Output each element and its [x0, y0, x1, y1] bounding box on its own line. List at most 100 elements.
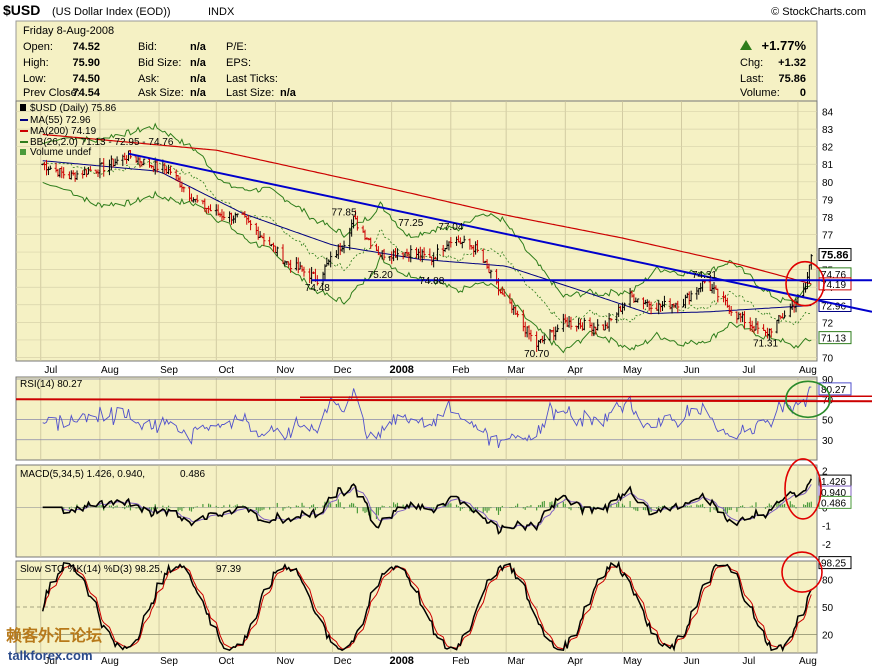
price-annotation: 74.31	[692, 270, 717, 281]
price-axis-label: 78	[822, 213, 834, 224]
month-label-top: Dec	[334, 365, 352, 376]
symbol-title: $USD	[3, 2, 40, 18]
price-annotation: 75.20	[368, 270, 393, 281]
value-tag: 71.13	[821, 334, 846, 345]
pe-label: P/E:	[226, 41, 247, 53]
month-label-bottom: Feb	[452, 656, 470, 667]
rsi-panel	[15, 376, 818, 461]
low-value: 74.50	[72, 73, 100, 85]
month-label-top: Jul	[44, 365, 57, 376]
sto-d-title: 97.39	[216, 564, 241, 575]
symbol-name: (US Dollar Index (EOD))	[52, 6, 171, 18]
brand-label: © StockCharts.com	[771, 6, 866, 18]
volume-value: 0	[800, 87, 806, 99]
last-size-value: n/a	[280, 87, 297, 99]
price-annotation: 74.88	[419, 276, 444, 287]
month-label-bottom: Sep	[160, 656, 178, 667]
month-label-bottom: Oct	[218, 656, 234, 667]
month-label-bottom: Apr	[567, 656, 583, 667]
price-axis-label: 79	[822, 195, 834, 206]
last-label: Last:	[740, 73, 764, 85]
month-label-top: Oct	[218, 365, 234, 376]
price-axis-label: 82	[822, 143, 834, 154]
value-tag: 75.86	[821, 250, 849, 262]
month-label-top: 2008	[389, 364, 413, 376]
price-annotation: 70.70	[524, 349, 549, 360]
price-axis-label: 70	[822, 353, 834, 364]
price-annotation: 77.25	[398, 218, 423, 229]
volume-legend-swatch	[20, 149, 26, 155]
price-axis-label: 80	[822, 178, 834, 189]
watermark-cn: 赖客外汇论坛	[6, 626, 102, 645]
month-label-top: May	[623, 365, 642, 376]
sto-axis-label: 20	[822, 631, 834, 642]
prev-close-value: 74.54	[72, 87, 100, 99]
bid-size-value: n/a	[190, 57, 207, 69]
price-annotation: 77.04	[438, 222, 463, 233]
legend-ma55: MA(55) 72.96	[30, 115, 91, 126]
last-ticks-label: Last Ticks:	[226, 73, 278, 85]
change-percent: +1.77%	[762, 38, 807, 53]
price-axis-label: 84	[822, 108, 834, 119]
prev-close-label: Prev Close:	[23, 87, 80, 99]
ask-value: n/a	[190, 73, 207, 85]
month-label-bottom: Aug	[799, 656, 817, 667]
macd-title: MACD(5,34,5) 1.426, 0.940,	[20, 469, 145, 480]
month-label-bottom: Mar	[508, 656, 526, 667]
month-label-top: Jun	[684, 365, 700, 376]
exchange-label: INDX	[208, 6, 235, 18]
macd-axis-label: -2	[822, 540, 831, 551]
macd-hist-title: 0.486	[180, 469, 205, 480]
sto-title: Slow STO %K(14) %D(3) 98.25,	[20, 564, 163, 575]
volume-label: Volume:	[740, 87, 780, 99]
rsi-axis-label: 50	[822, 416, 834, 427]
last-size-label: Last Size:	[226, 87, 274, 99]
value-tag: 74.19	[821, 280, 846, 291]
price-axis-label: 77	[822, 231, 834, 242]
ask-size-value: n/a	[190, 87, 207, 99]
month-label-top: Feb	[452, 365, 470, 376]
rsi-axis-label: 30	[822, 436, 834, 447]
month-label-top: Mar	[508, 365, 526, 376]
month-label-bottom: May	[623, 656, 642, 667]
watermark-en: talkforex.com	[8, 648, 93, 663]
stock-chart: $USD (US Dollar Index (EOD)) INDX © Stoc…	[3, 2, 872, 667]
month-label-top: Jul	[742, 365, 755, 376]
price-axis-label: 81	[822, 160, 834, 171]
legend-volume: Volume undef	[30, 147, 91, 158]
macd-axis-label: -1	[822, 522, 831, 533]
bid-value: n/a	[190, 41, 207, 53]
price-annotation: 77.85	[332, 208, 357, 219]
month-label-bottom: Jun	[684, 656, 700, 667]
ask-size-label: Ask Size:	[138, 87, 184, 99]
month-label-top: Apr	[567, 365, 583, 376]
month-label-bottom: Dec	[334, 656, 352, 667]
sto-value-tag: 98.25	[821, 559, 846, 570]
quote-box	[15, 20, 818, 102]
chg-label: Chg:	[740, 57, 763, 69]
quote-date: Friday 8-Aug-2008	[23, 25, 114, 37]
sto-axis-label: 50	[822, 603, 834, 614]
rsi-value-tag: 80.27	[821, 385, 846, 396]
price-axis-label: 72	[822, 318, 834, 329]
bid-label: Bid:	[138, 41, 157, 53]
sto-axis-label: 80	[822, 575, 834, 586]
high-value: 75.90	[72, 57, 100, 69]
month-label-top: Nov	[276, 365, 294, 376]
open-label: Open:	[23, 41, 53, 53]
month-label-top: Aug	[101, 365, 119, 376]
price-annotation: 74.48	[305, 283, 330, 294]
month-label-bottom: Nov	[276, 656, 294, 667]
month-label-top: Aug	[799, 365, 817, 376]
price-annotation: 71.31	[753, 338, 778, 349]
legend-ma200: MA(200) 74.19	[30, 126, 97, 137]
chg-value: +1.32	[778, 57, 806, 69]
low-label: Low:	[23, 73, 46, 85]
last-value: 75.86	[778, 73, 806, 85]
month-label-top: Sep	[160, 365, 178, 376]
eps-label: EPS:	[226, 57, 251, 69]
price-legend-swatch	[20, 104, 26, 111]
rsi-title: RSI(14) 80.27	[20, 379, 83, 390]
open-value: 74.52	[72, 41, 100, 53]
ask-label: Ask:	[138, 73, 159, 85]
